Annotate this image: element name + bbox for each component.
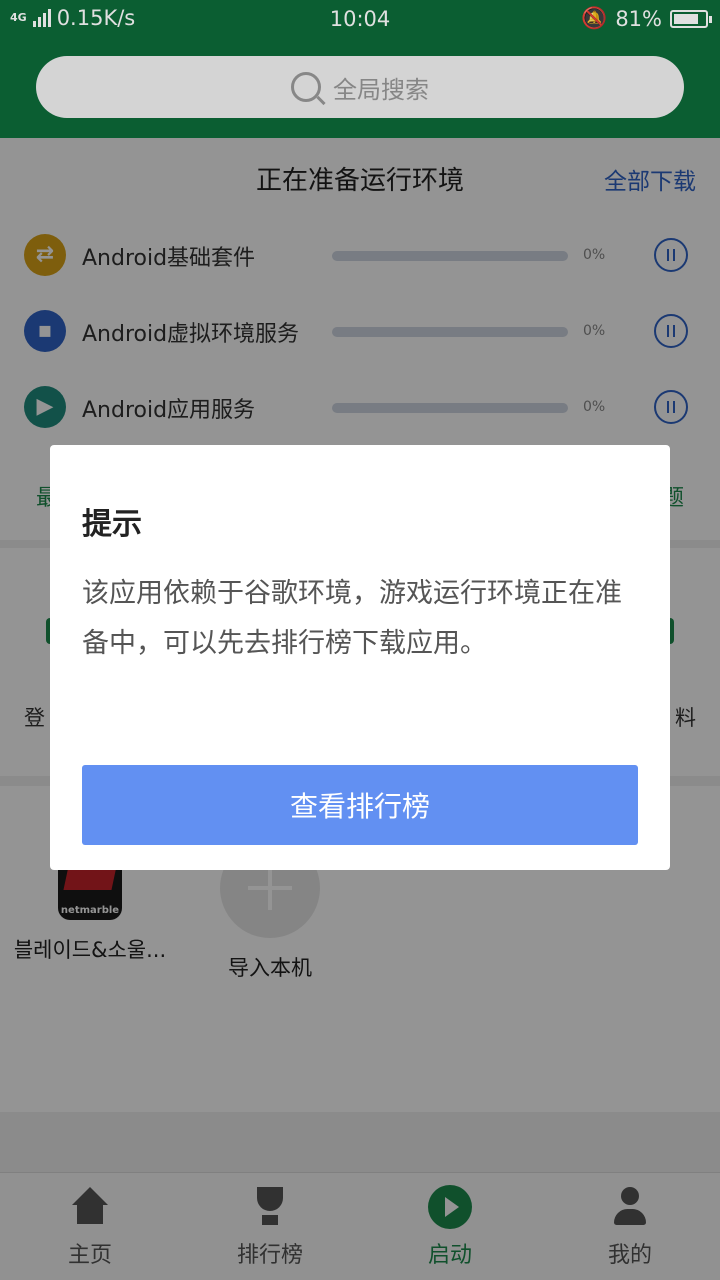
- view-ranking-button[interactable]: 查看排行榜: [82, 765, 638, 845]
- dialog-title: 提示: [82, 507, 142, 542]
- dialog-message: 该应用依赖于谷歌环境，游戏运行环境正在准备中，可以先去排行榜下载应用。: [82, 578, 622, 659]
- alert-dialog: 提示 该应用依赖于谷歌环境，游戏运行环境正在准备中，可以先去排行榜下载应用。 查…: [50, 445, 670, 870]
- status-dim: [0, 0, 720, 138]
